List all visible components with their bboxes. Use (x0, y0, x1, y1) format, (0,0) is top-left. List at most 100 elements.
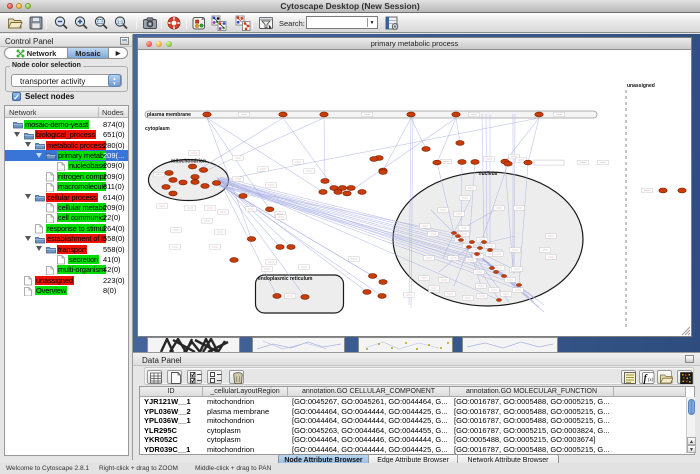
network-canvas[interactable]: plasma membranecytoplasmmitochondrionnuc… (138, 50, 691, 337)
node-color-combobox[interactable]: transporter activity ▲▼ (11, 74, 122, 87)
tree-row-overview[interactable]: Overview8(0) (5, 285, 128, 295)
network-node[interactable] (188, 164, 196, 169)
network-node[interactable] (191, 180, 199, 185)
network-node[interactable] (319, 190, 327, 195)
network-node[interactable] (477, 247, 482, 250)
background-window-3[interactable] (358, 337, 453, 352)
table-cell[interactable]: [GO:0016787, GO:0005488, GO:0005215, G..… (450, 397, 614, 407)
background-window-2[interactable] (252, 337, 345, 352)
table-cell[interactable]: cytoplasm (203, 426, 288, 436)
matrix-button[interactable] (677, 370, 692, 384)
tree-row-response-to-stimul[interactable]: response to stimul264(0) (5, 223, 128, 233)
table-cell[interactable]: [GO:0005488, GO:0005215, GO:0003674] (450, 435, 614, 445)
network-node[interactable] (422, 147, 430, 152)
zoom-fit-button[interactable]: 1:1 (113, 15, 129, 31)
control-panel-float-icon[interactable] (120, 37, 129, 45)
network-node[interactable] (378, 294, 386, 299)
table-cell[interactable]: YPL036W__2 (140, 407, 203, 417)
network-node[interactable] (169, 191, 177, 196)
frame-minimize-button[interactable] (156, 41, 162, 47)
combobox-stepper-icon[interactable]: ▲▼ (108, 74, 121, 87)
select-attributes-button[interactable] (187, 370, 202, 384)
tab-overflow-arrow[interactable]: ▶ (109, 48, 127, 58)
network-edge[interactable] (324, 118, 325, 181)
network-node[interactable] (191, 175, 199, 180)
expand-arrow-icon[interactable] (25, 142, 31, 147)
network-node[interactable] (493, 271, 498, 274)
delete-attribute-button[interactable] (229, 370, 244, 384)
tree-row-transport[interactable]: transport558(0) (5, 244, 128, 254)
node-label[interactable] (534, 160, 564, 165)
scroll-down-button[interactable]: ▼ (687, 445, 696, 453)
tree-row-primary-metabo[interactable]: primary metabo209(... (5, 150, 128, 160)
background-window-overview[interactable] (147, 337, 240, 352)
network-node[interactable] (212, 181, 220, 186)
tree-row-multi-organism-pro[interactable]: multi-organism pro42(0) (5, 265, 128, 275)
network-node[interactable] (455, 235, 460, 238)
table-cell[interactable]: mitochondrion (203, 416, 288, 426)
expand-arrow-icon[interactable] (36, 246, 42, 251)
tab-network[interactable]: Network (5, 48, 67, 58)
tree-row-nitrogen-compo[interactable]: nitrogen compo209(0) (5, 171, 128, 181)
table-cell[interactable]: cytoplasm (203, 435, 288, 445)
frame-close-button[interactable] (146, 41, 152, 47)
search-input[interactable] (307, 23, 365, 34)
tree-row-nucleobase-[interactable]: nucleobase-209(0) (5, 161, 128, 171)
attribute-select-button[interactable] (147, 370, 162, 384)
destroy-network-view-button[interactable] (235, 15, 251, 31)
save-button[interactable] (28, 15, 44, 31)
network-node[interactable] (370, 157, 378, 162)
zoom-in-button[interactable] (73, 15, 89, 31)
network-node[interactable] (301, 295, 309, 300)
table-cell[interactable]: [GO:0044464, GO:0044444, GO:0044425, G..… (288, 407, 450, 417)
zoom-out-button[interactable] (53, 15, 69, 31)
table-cell[interactable]: YDR039C__1 (140, 445, 203, 455)
network-node[interactable] (199, 168, 207, 173)
tree-row-cell-communicat[interactable]: cell communicat22(0) (5, 213, 128, 223)
network-edge[interactable] (198, 118, 283, 170)
network-node[interactable] (266, 207, 274, 212)
create-attribute-button[interactable] (167, 370, 182, 384)
tree-row-secretion[interactable]: secretion41(0) (5, 254, 128, 264)
network-node[interactable] (678, 188, 686, 193)
network-node[interactable] (162, 185, 170, 190)
table-cell[interactable]: mitochondrion (203, 397, 288, 407)
network-view-titlebar[interactable]: primary metabolic process (138, 38, 691, 50)
help-button[interactable] (166, 15, 182, 31)
filter-button[interactable] (258, 15, 274, 31)
network-node[interactable] (452, 112, 460, 117)
network-node[interactable] (487, 249, 492, 252)
tree-row-metabolic-process[interactable]: metabolic process280(0) (5, 140, 128, 150)
open-file-button[interactable] (7, 15, 23, 31)
network-node[interactable] (201, 184, 209, 189)
network-node[interactable] (471, 160, 479, 165)
expand-arrow-icon[interactable] (25, 236, 31, 241)
nucleus-region[interactable] (393, 172, 583, 306)
network-node[interactable] (496, 299, 501, 302)
select-nodes-checkbox[interactable]: ✓ (12, 92, 21, 101)
table-cell[interactable]: YKR052C (140, 435, 203, 445)
tree-row-cellular-process[interactable]: cellular process614(0) (5, 192, 128, 202)
network-edge[interactable] (456, 118, 460, 143)
network-node[interactable] (524, 160, 532, 165)
network-node[interactable] (489, 267, 494, 270)
table-cell[interactable]: plasma membrane (203, 407, 288, 417)
network-node[interactable] (481, 241, 486, 244)
network-node[interactable] (363, 290, 371, 295)
background-window-4[interactable] (462, 337, 558, 352)
network-node[interactable] (433, 160, 441, 165)
tree-row-establishment-of-lo[interactable]: establishment of lo558(0) (5, 233, 128, 243)
network-node[interactable] (456, 141, 464, 146)
table-column-header-ID[interactable]: ID (140, 387, 203, 397)
table-cell[interactable]: [GO:0045263, GO:0044464, GO:0044455, G..… (288, 426, 450, 436)
search-combobox[interactable]: ▼ (306, 16, 378, 29)
network-node[interactable] (466, 246, 471, 249)
minimize-window-button[interactable] (16, 3, 22, 9)
network-node[interactable] (169, 178, 177, 183)
snapshot-button[interactable] (142, 15, 158, 31)
attribute-settings-button[interactable] (384, 15, 400, 31)
network-node[interactable] (368, 274, 376, 279)
network-node[interactable] (273, 294, 281, 299)
table-column-header-annotation.GO CELLULAR_COMPONENT[interactable]: annotation.GO CELLULAR_COMPONENT (288, 387, 450, 397)
scroll-up-button[interactable]: ▲ (687, 437, 696, 445)
